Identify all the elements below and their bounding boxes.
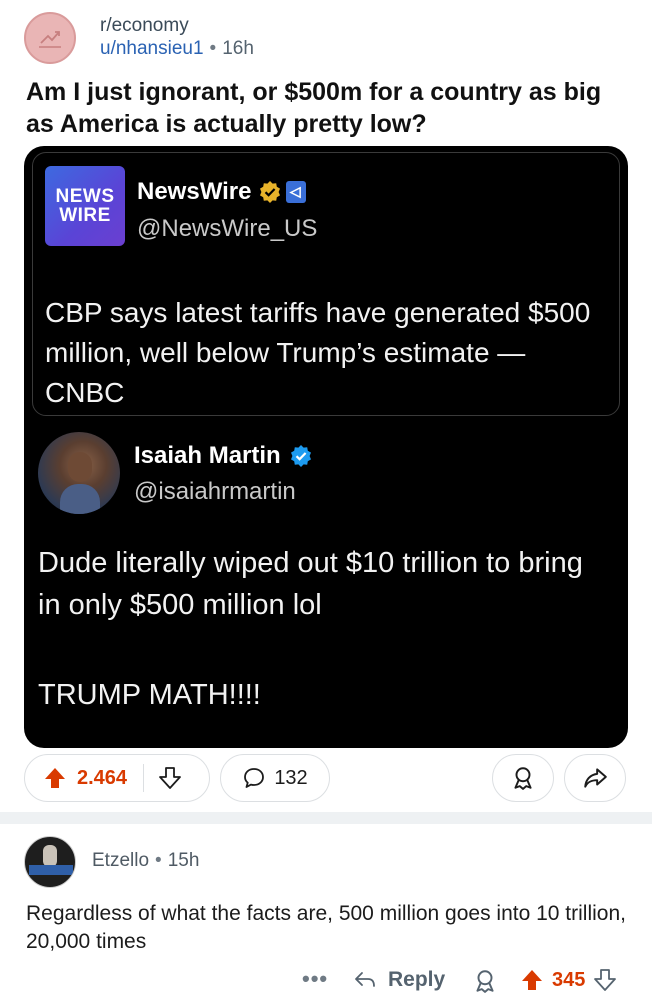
- post-image[interactable]: NEWS WIRE NewsWire @NewsWire_US CBP says…: [24, 146, 628, 748]
- post-header: r/economy u/nhansieu1 • 16h: [24, 12, 254, 64]
- byline: u/nhansieu1 • 16h: [100, 37, 254, 61]
- blue-check-icon: [290, 445, 311, 467]
- post-title[interactable]: Am I just ignorant, or $500m for a count…: [26, 76, 626, 140]
- gov-badge-icon: [285, 181, 306, 203]
- reply-tweet-text-2: TRUMP MATH!!!!: [38, 679, 261, 711]
- reply-icon: [355, 972, 375, 987]
- comment-vote: 345: [520, 968, 617, 992]
- upvote-count: 2.464: [77, 766, 128, 789]
- quoted-author: NewsWire: [137, 178, 306, 206]
- downvote-icon[interactable]: [158, 766, 182, 790]
- subreddit-name[interactable]: r/economy: [100, 15, 254, 37]
- more-options-button[interactable]: •••: [302, 966, 328, 992]
- comment-age: 15h: [167, 850, 200, 871]
- comment-upvote-count: 345: [552, 968, 586, 991]
- comment-author[interactable]: Etzello: [92, 850, 149, 871]
- upvote-icon[interactable]: [43, 766, 67, 790]
- comment-action-bar: ••• Reply 345: [0, 960, 652, 1000]
- quoted-tweet-text: CBP says latest tariffs have generated $…: [45, 297, 591, 408]
- share-icon: [584, 768, 607, 788]
- comments-button[interactable]: 132: [220, 754, 330, 802]
- reply-handle: @isaiahrmartin: [134, 478, 296, 505]
- vote-pill: 2.464: [24, 754, 210, 802]
- comment-body: Regardless of what the facts are, 500 mi…: [26, 902, 626, 953]
- post-age: 16h: [222, 38, 254, 59]
- trend-icon: [39, 31, 61, 48]
- avatar: [38, 432, 120, 514]
- logo-line-2: WIRE: [59, 205, 111, 226]
- comment-icon: [244, 768, 265, 788]
- comment-meta: Etzello • 15h: [92, 850, 199, 872]
- avatar[interactable]: [24, 836, 76, 888]
- award-icon[interactable]: [472, 968, 498, 994]
- downvote-icon[interactable]: [593, 968, 617, 992]
- award-button[interactable]: [492, 754, 554, 802]
- quoted-handle: @NewsWire_US: [137, 215, 318, 242]
- section-divider: [0, 812, 652, 824]
- reply-author-name: Isaiah Martin: [134, 442, 281, 469]
- reply-label: Reply: [388, 968, 446, 991]
- quoted-tweet: NEWS WIRE NewsWire @NewsWire_US CBP says…: [32, 152, 620, 416]
- gold-check-icon: [259, 181, 280, 203]
- share-button[interactable]: [564, 754, 626, 802]
- post-meta: r/economy u/nhansieu1 • 16h: [100, 15, 254, 61]
- subreddit-avatar[interactable]: [24, 12, 76, 64]
- vote-divider: [143, 764, 145, 792]
- reply-author: Isaiah Martin: [134, 442, 313, 470]
- post-author[interactable]: u/nhansieu1: [100, 38, 204, 59]
- comment-count: 132: [274, 766, 308, 789]
- post-action-bar: 2.464 132: [24, 754, 628, 804]
- reply-tweet-text: Dude literally wiped out $10 trillion to…: [38, 547, 583, 621]
- logo-line-1: NEWS: [55, 186, 115, 207]
- quoted-author-name: NewsWire: [137, 178, 252, 205]
- award-icon: [514, 767, 532, 790]
- upvote-icon[interactable]: [520, 968, 544, 992]
- newswire-logo: NEWS WIRE: [45, 166, 125, 246]
- reply-button[interactable]: Reply: [352, 968, 445, 992]
- separator-dot: •: [209, 38, 217, 59]
- separator-dot: •: [155, 850, 162, 871]
